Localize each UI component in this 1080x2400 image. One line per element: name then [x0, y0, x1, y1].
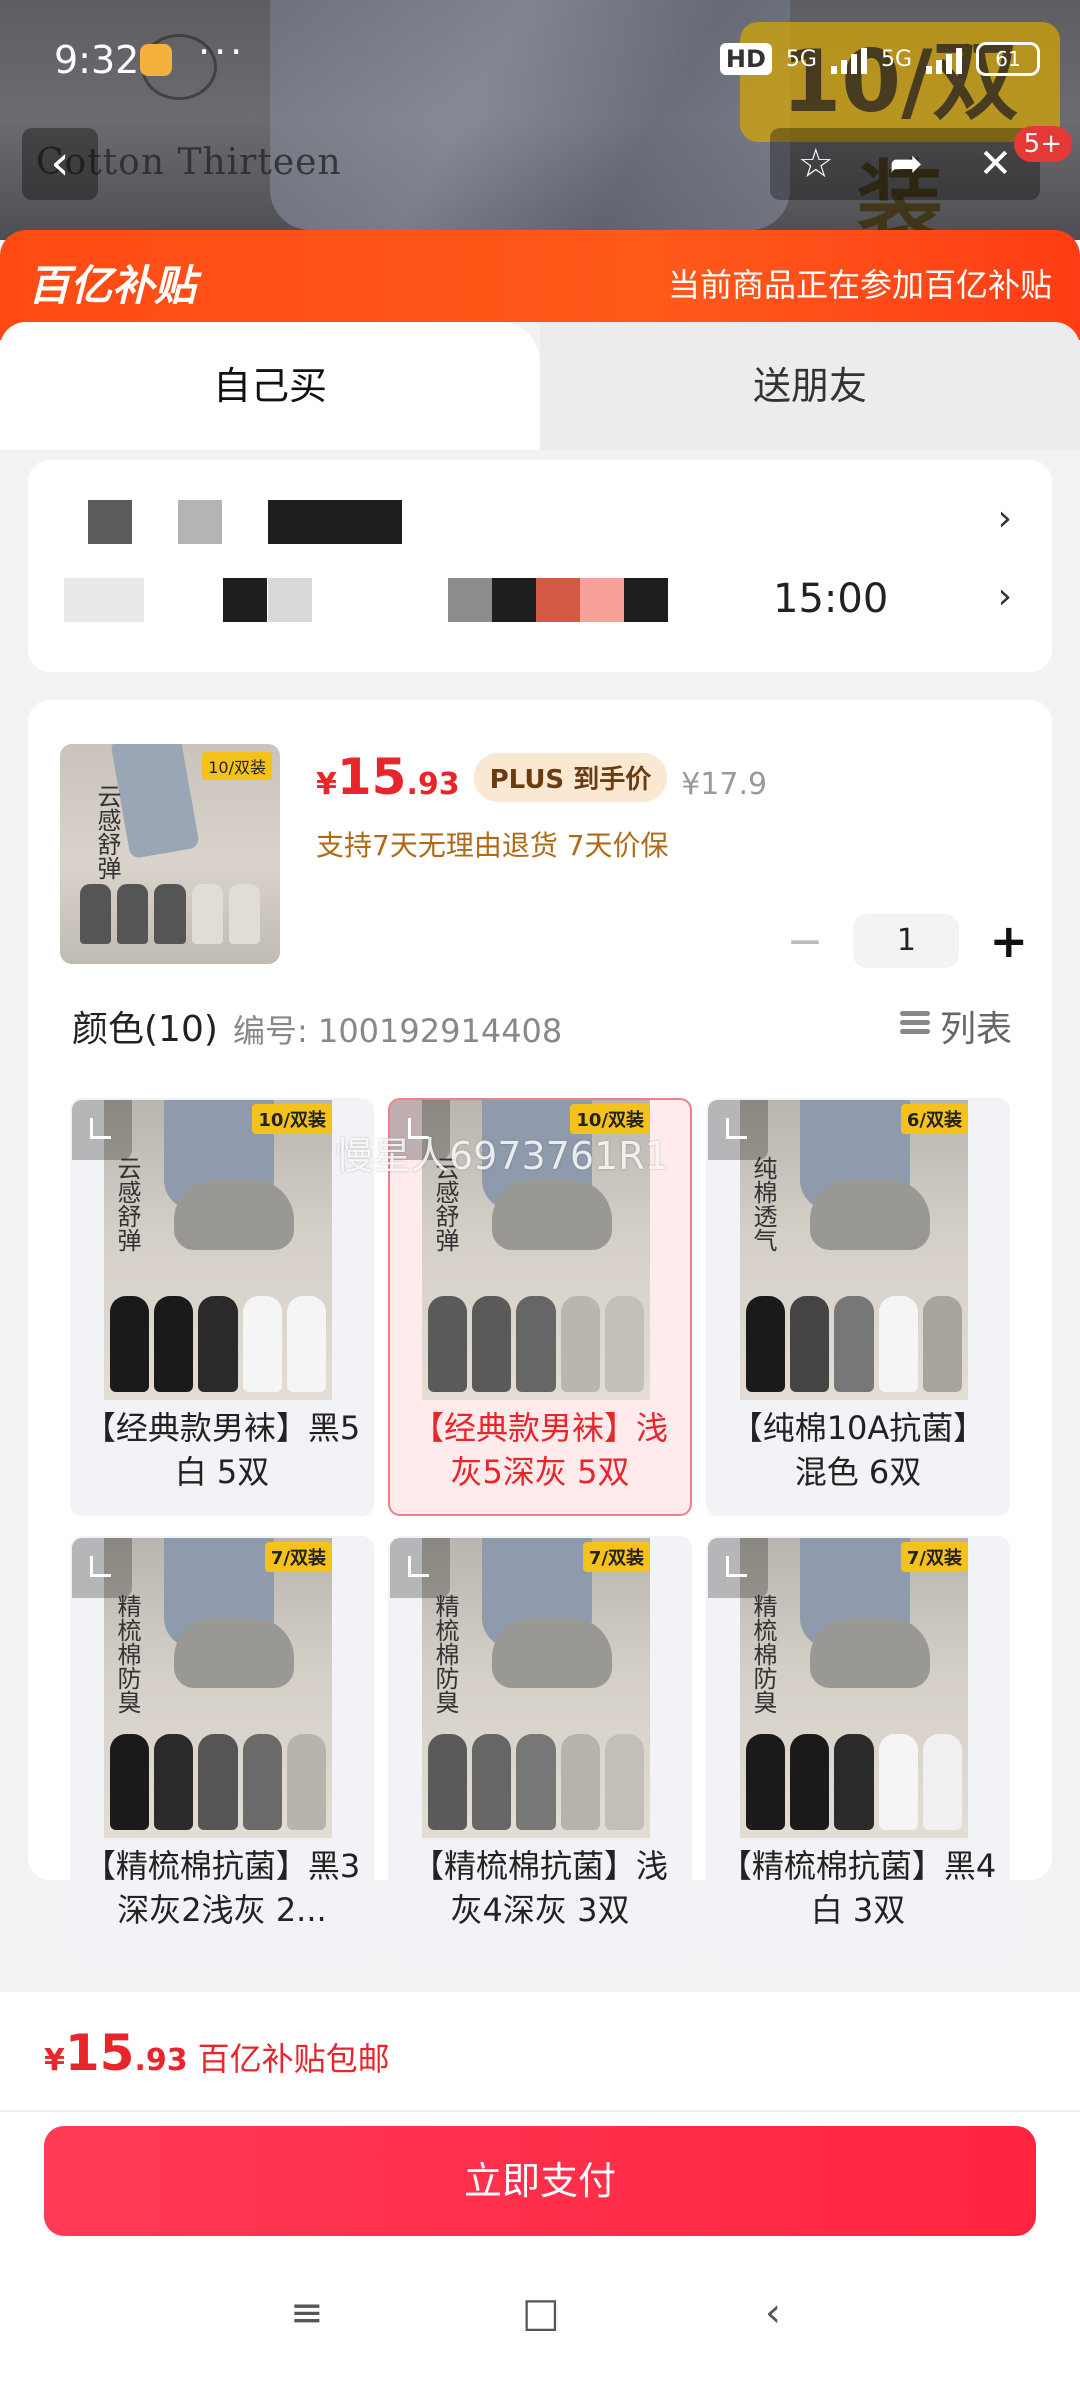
signal-icon-2 [926, 44, 962, 74]
option-image: 云感舒弹 10/双装 [104, 1100, 332, 1400]
subsidy-logo: 百亿补贴 [28, 261, 197, 310]
product-thumbnail[interactable]: 云感舒弹 10/双装 [60, 744, 280, 964]
purchase-tabs: 自己买 送朋友 [0, 322, 1080, 450]
redacted-block [268, 500, 402, 544]
option-image: 精梳棉防臭 7/双装 [104, 1538, 332, 1838]
color-option[interactable]: 云感舒弹 10/双装 【经典款男袜】黑5白 5双 [70, 1098, 374, 1516]
quantity-stepper: − 1 + [787, 914, 1028, 968]
list-view-label: 列表 [939, 1009, 1012, 1050]
plus-price-badge: PLUS 到手价 [473, 753, 668, 802]
redacted-block [223, 578, 267, 622]
checkout-price: ¥15.93 [44, 2024, 188, 2082]
decrease-quantity-button[interactable]: − [787, 916, 824, 967]
network-label-1: 5G [785, 46, 817, 72]
app-notification-icon [140, 44, 172, 76]
delivery-time: 15:00 [773, 576, 889, 622]
subsidy-message: 当前商品正在参加百亿补贴 [667, 266, 1052, 304]
address-card[interactable]: › 15:00 › [28, 460, 1052, 672]
chevron-right-icon[interactable]: › [998, 498, 1012, 539]
color-option[interactable]: 精梳棉防臭 7/双装 【精梳棉抗菌】浅灰4深灰 3双 [388, 1536, 692, 1954]
plus-price: ¥15.93 [316, 748, 460, 806]
quantity-value[interactable]: 1 [853, 914, 960, 968]
redacted-block [64, 578, 144, 622]
redacted-block [448, 578, 492, 622]
redacted-block [88, 500, 132, 544]
favorite-star-icon[interactable]: ☆ [798, 141, 834, 187]
divider [0, 2110, 1080, 2112]
expand-icon[interactable] [708, 1100, 768, 1160]
thumbnail-socks [80, 884, 261, 944]
tab-gift-friend[interactable]: 送朋友 [540, 322, 1080, 450]
status-bar: 9:32 ··· HD 5G 5G 61 [0, 0, 1080, 120]
status-more: ··· [198, 30, 247, 74]
checkout-summary: ¥15.93 百亿补贴包邮 [44, 2024, 390, 2082]
status-time: 9:32 [54, 38, 140, 82]
tab-buy-for-self[interactable]: 自己买 [0, 322, 540, 450]
redacted-block [492, 578, 536, 622]
checkout-bar: ¥15.93 百亿补贴包邮 立即支付 ≡ □ ‹ [0, 1992, 1080, 2400]
back-button[interactable]: ‹ [22, 128, 98, 200]
option-label: 【精梳棉抗菌】浅灰4深灰 3双 [411, 1847, 668, 1929]
close-icon[interactable]: ✕ [979, 141, 1013, 187]
redacted-block [178, 500, 222, 544]
notification-badge: 5+ [1013, 126, 1072, 162]
option-image: 精梳棉防臭 7/双装 [422, 1538, 650, 1838]
redacted-block [268, 578, 312, 622]
price-row: ¥15.93 PLUS 到手价 ¥17.9 [316, 748, 767, 808]
option-label: 【纯棉10A抗菌】混色 6双 [730, 1409, 986, 1491]
list-icon [899, 1011, 930, 1041]
hd-icon: HD [719, 43, 772, 75]
color-heading: 颜色(10) [72, 1009, 218, 1050]
option-label: 【精梳棉抗菌】黑4白 3双 [719, 1847, 997, 1929]
option-label: 【经典款男袜】浅灰5深灰 5双 [411, 1409, 668, 1491]
option-image: 精梳棉防臭 7/双装 [740, 1538, 968, 1838]
color-option[interactable]: 精梳棉防臭 7/双装 【精梳棉抗菌】黑4白 3双 [706, 1536, 1010, 1954]
pay-now-button[interactable]: 立即支付 [44, 2126, 1036, 2236]
chevron-left-icon: ‹ [50, 135, 70, 191]
product-code: 编号: 100192914408 [233, 1012, 563, 1050]
color-option[interactable]: 精梳棉防臭 7/双装 【精梳棉抗菌】黑3深灰2浅灰 2... [70, 1536, 374, 1954]
hero-action-group: ☆ ➦ ✕ [770, 128, 1040, 200]
redacted-block [536, 578, 580, 622]
expand-icon[interactable] [72, 1538, 132, 1598]
thumbnail-tag: 10/双装 [202, 752, 272, 780]
thumbnail-vertical-text: 云感舒弹 [93, 784, 121, 880]
product-card: 云感舒弹 10/双装 ¥15.93 PLUS 到手价 ¥17.9 支持7天无理由… [28, 700, 1052, 1954]
battery-icon: 61 [976, 42, 1040, 76]
system-nav-bar: ≡ □ ‹ [0, 2290, 1080, 2370]
chevron-right-icon[interactable]: › [998, 576, 1012, 617]
redacted-block [624, 578, 668, 622]
expand-icon[interactable] [390, 1538, 450, 1598]
increase-quantity-button[interactable]: + [989, 914, 1028, 968]
original-price: ¥17.9 [681, 767, 768, 802]
option-label: 【经典款男袜】黑5白 5双 [83, 1409, 361, 1491]
color-option[interactable]: 纯棉透气 6/双装 【纯棉10A抗菌】混色 6双 [706, 1098, 1010, 1516]
menu-icon[interactable]: ≡ [290, 2290, 324, 2336]
list-view-toggle[interactable]: 列表 [899, 1000, 1012, 1052]
redacted-block [580, 578, 624, 622]
share-icon[interactable]: ➦ [889, 141, 923, 187]
option-label: 【精梳棉抗菌】黑3深灰2浅灰 2... [83, 1847, 361, 1929]
option-image: 纯棉透气 6/双装 [740, 1100, 968, 1400]
expand-icon[interactable] [72, 1100, 132, 1160]
expand-icon[interactable] [708, 1538, 768, 1598]
back-nav-icon[interactable]: ‹ [765, 2290, 781, 2336]
status-indicators: HD 5G 5G 61 [719, 42, 1040, 76]
home-icon[interactable]: □ [522, 2290, 560, 2336]
signal-icon [830, 44, 867, 74]
checkout-note: 百亿补贴包邮 [197, 2040, 390, 2078]
return-policy: 支持7天无理由退货 7天价保 [316, 829, 669, 862]
network-label-2: 5G [880, 46, 912, 72]
watermark: 慢星人6973761R1 [335, 1134, 669, 1178]
